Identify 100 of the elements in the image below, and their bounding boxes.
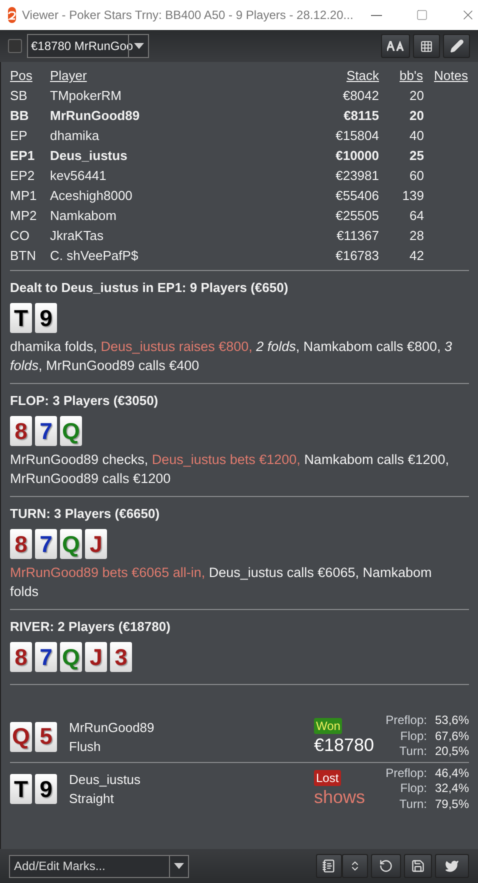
pencil-icon xyxy=(450,39,464,53)
save-button[interactable] xyxy=(404,854,432,878)
playing-card: 9 xyxy=(35,774,57,804)
playing-card: J xyxy=(85,529,107,559)
table-cell-text: 28 xyxy=(408,227,424,245)
hand-dropdown[interactable]: €18780 MrRunGoo xyxy=(27,34,149,58)
street-heading: Dealt to Deus_iustus in EP1: 9 Players (€650) xyxy=(10,279,290,297)
table-cell-text: MP1 xyxy=(10,187,38,205)
equity-value: 79,5% xyxy=(434,796,469,812)
playing-card: J xyxy=(85,642,107,672)
column-header[interactable]: Pos xyxy=(10,66,50,86)
table-cell-text: €8042 xyxy=(342,87,379,105)
equity-value: 67,6% xyxy=(434,728,469,744)
column-header[interactable]: Player xyxy=(50,66,299,86)
table-cell-text: JkraKTas xyxy=(50,227,104,245)
equity-label: Preflop: xyxy=(384,713,427,729)
equity-value: 32,4% xyxy=(434,781,469,797)
column-header[interactable]: bb's xyxy=(379,66,424,86)
table-cell-text: €16783 xyxy=(334,247,379,265)
playing-card: 5 xyxy=(35,722,57,752)
table-cell-text: €11367 xyxy=(336,227,379,245)
table-cell-text: €15804 xyxy=(334,127,379,145)
bird-icon xyxy=(445,859,459,873)
playing-card: T xyxy=(10,303,32,333)
equity-label: Turn: xyxy=(398,744,427,760)
maximize-icon xyxy=(416,9,428,21)
street-heading: FLOP: 3 Players (€3050) xyxy=(10,392,160,410)
playing-card: Q xyxy=(60,642,82,672)
action-text: dhamika folds, Deus_iustus raises €800, 2 folds, Namkabom calls €800, 3 folds, MrRunGood89 calls €400 xyxy=(10,338,454,375)
table-cell-text: €23981 xyxy=(334,167,379,185)
table-cell-text: MP2 xyxy=(10,207,38,225)
checkbox[interactable] xyxy=(8,39,22,53)
grid-button[interactable] xyxy=(413,34,440,58)
refresh-button[interactable] xyxy=(371,854,401,878)
playing-card: 8 xyxy=(10,642,32,672)
table-cell-text: CO xyxy=(10,227,30,245)
equity-value: 46,4% xyxy=(434,766,469,782)
playing-card: Q xyxy=(60,529,82,559)
table-cell-text: EP xyxy=(10,127,28,145)
equity-label: Preflop: xyxy=(384,766,427,782)
result-badge: Lost xyxy=(314,770,341,786)
hand-rank: Flush xyxy=(69,738,102,756)
table-cell-text: EP2 xyxy=(10,167,36,185)
result-badge: Won xyxy=(314,718,342,734)
notes-button[interactable] xyxy=(316,854,342,878)
table-cell-text: EP1 xyxy=(10,147,36,165)
result-amount: €18780 xyxy=(314,734,374,756)
table-cell-text: Aceshigh8000 xyxy=(50,187,134,205)
equity-label: Flop: xyxy=(399,728,427,744)
table-cell-text: 20 xyxy=(408,87,424,105)
table-cell-text: MrRunGood89 xyxy=(50,107,141,125)
hand-rank: Straight xyxy=(69,790,115,808)
table-cell-text: dhamika xyxy=(50,127,100,145)
sort-button[interactable] xyxy=(342,854,368,878)
table-cell-text: 139 xyxy=(401,187,424,205)
action-text: MrRunGood89 checks, Deus_iustus bets €1200, Namkabom calls €1200, MrRunGood89 calls €1200 xyxy=(10,451,450,488)
table-cell-text: C. shVeePafP$ xyxy=(50,247,140,265)
notepad-icon xyxy=(322,859,336,873)
table-cell-text: SB xyxy=(10,87,28,105)
playing-card: Q xyxy=(60,416,82,446)
column-header[interactable]: Notes xyxy=(424,66,469,86)
table-cell-text: kev56441 xyxy=(50,167,108,185)
equity-value: 53,6% xyxy=(434,713,469,729)
column-header[interactable]: Stack xyxy=(299,66,379,86)
app-logo-icon xyxy=(8,7,16,23)
table-cell-text: 20 xyxy=(408,107,424,125)
up-down-icon xyxy=(349,860,361,872)
street-heading: RIVER: 2 Players (€18780) xyxy=(10,618,172,636)
font-size-icon xyxy=(386,41,404,51)
table-cell-text: Deus_iustus xyxy=(50,147,128,165)
table-cell-text: BB xyxy=(10,107,30,125)
table-cell-text: €25505 xyxy=(334,207,379,225)
playing-card: 3 xyxy=(110,642,132,672)
table-cell-text: 64 xyxy=(408,207,424,225)
table-cell-text: 40 xyxy=(408,127,424,145)
playing-card: 7 xyxy=(35,642,57,672)
player-name: Deus_iustus xyxy=(69,771,141,789)
edit-button[interactable] xyxy=(443,34,470,58)
font-size-button[interactable] xyxy=(381,34,410,58)
result-amount: shows xyxy=(314,786,366,808)
grid-icon xyxy=(420,40,433,52)
marks-input[interactable]: Add/Edit Marks... xyxy=(10,856,169,876)
save-icon xyxy=(411,859,425,873)
table-cell-text: 42 xyxy=(408,247,424,265)
playing-card: 8 xyxy=(10,416,32,446)
action-text: MrRunGood89 bets €6065 all-in, Deus_iustus calls €6065, Namkabom folds xyxy=(10,564,433,601)
table-cell-text: 25 xyxy=(408,147,424,165)
equity-value: 20,5% xyxy=(434,744,469,760)
playing-card: Q xyxy=(10,722,32,752)
share-button[interactable] xyxy=(435,854,469,878)
table-cell-text: €55406 xyxy=(334,187,379,205)
playing-card: 7 xyxy=(35,416,57,446)
caret-icon xyxy=(174,863,184,869)
table-cell-text: TMpokerRM xyxy=(50,87,123,105)
marks-dropdown[interactable]: Add/Edit Marks... xyxy=(9,854,189,878)
table-cell-text: €8115 xyxy=(342,107,379,125)
playing-card: 8 xyxy=(10,529,32,559)
playing-card: T xyxy=(10,774,32,804)
playing-card: 9 xyxy=(35,303,57,333)
player-name: MrRunGood89 xyxy=(69,718,154,736)
